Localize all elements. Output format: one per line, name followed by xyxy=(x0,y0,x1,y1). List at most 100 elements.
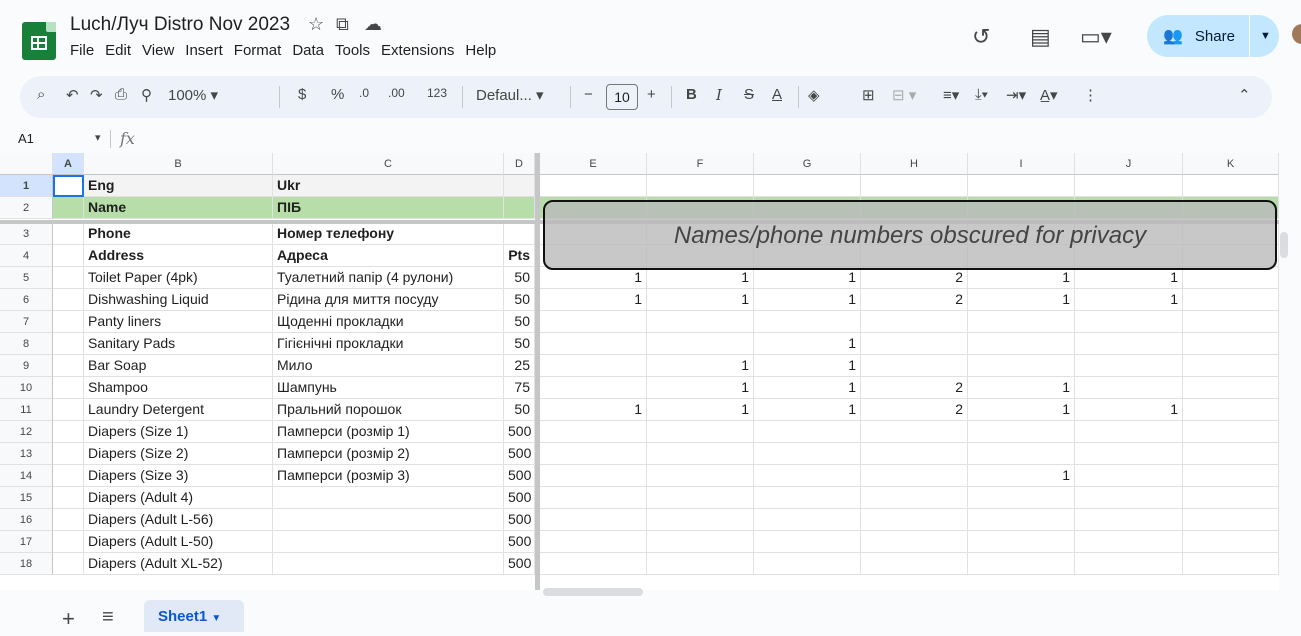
cell-j5[interactable]: 1 xyxy=(1075,267,1183,289)
cell-c11[interactable]: Пральний порошок xyxy=(273,399,504,421)
row-header[interactable]: 18 xyxy=(0,553,53,575)
column-header-c[interactable]: C xyxy=(273,153,504,175)
undo-icon[interactable]: ↶ xyxy=(66,86,79,104)
share-button[interactable]: 👥 Share ▼ xyxy=(1147,15,1279,57)
borders-icon[interactable]: ⊞ xyxy=(862,86,875,104)
row-header[interactable]: 5 xyxy=(0,267,53,289)
cell-b18[interactable]: Diapers (Adult XL-52) xyxy=(84,553,273,575)
cell-b11[interactable]: Laundry Detergent xyxy=(84,399,273,421)
cell-f18[interactable] xyxy=(647,553,754,575)
cell-c13[interactable]: Памперси (розмір 2) xyxy=(273,443,504,465)
cell-b2[interactable]: Name xyxy=(84,197,273,219)
cell-d18[interactable]: 500 xyxy=(504,553,535,575)
row-header[interactable]: 6 xyxy=(0,289,53,311)
cell-a11[interactable] xyxy=(53,399,84,421)
cell-b6[interactable]: Dishwashing Liquid xyxy=(84,289,273,311)
cell-c9[interactable]: Мило xyxy=(273,355,504,377)
vertical-scrollbar[interactable] xyxy=(1280,232,1288,258)
cell-k5[interactable] xyxy=(1183,267,1279,289)
cell-g13[interactable] xyxy=(754,443,861,465)
cell-i17[interactable] xyxy=(968,531,1075,553)
column-header-g[interactable]: G xyxy=(754,153,861,175)
cell-f5[interactable]: 1 xyxy=(647,267,754,289)
sheet-tab[interactable]: Sheet1 ▼ xyxy=(144,600,244,632)
cell-f6[interactable]: 1 xyxy=(647,289,754,311)
cell-c2[interactable]: ПІБ xyxy=(273,197,504,219)
cell-g15[interactable] xyxy=(754,487,861,509)
menu-insert[interactable]: Insert xyxy=(185,42,223,59)
decrease-decimal-button[interactable]: .0 xyxy=(359,86,369,100)
column-header-h[interactable]: H xyxy=(861,153,968,175)
text-rotation-icon[interactable]: A̲▾ xyxy=(1040,86,1058,104)
cell-i13[interactable] xyxy=(968,443,1075,465)
cell-f13[interactable] xyxy=(647,443,754,465)
row-header[interactable]: 7 xyxy=(0,311,53,333)
row-header[interactable]: 1 xyxy=(0,175,53,197)
cell-c15[interactable] xyxy=(273,487,504,509)
cell-a7[interactable] xyxy=(53,311,84,333)
cell-k6[interactable] xyxy=(1183,289,1279,311)
cell-h6[interactable]: 2 xyxy=(861,289,968,311)
cell-b9[interactable]: Bar Soap xyxy=(84,355,273,377)
search-menus-icon[interactable]: ⌕ xyxy=(37,86,45,103)
cell-j6[interactable]: 1 xyxy=(1075,289,1183,311)
cell-b14[interactable]: Diapers (Size 3) xyxy=(84,465,273,487)
merge-cells-icon[interactable]: ⊟ ▾ xyxy=(892,86,916,104)
cell-d11[interactable]: 50 xyxy=(504,399,535,421)
cell-c5[interactable]: Туалетний папір (4 рулони) xyxy=(273,267,504,289)
cell-e9[interactable] xyxy=(540,355,647,377)
cell-j8[interactable] xyxy=(1075,333,1183,355)
cell-h9[interactable] xyxy=(861,355,968,377)
meet-video-icon[interactable]: ▭▾ xyxy=(1080,24,1112,50)
menu-view[interactable]: View xyxy=(142,42,174,59)
cell-d14[interactable]: 500 xyxy=(504,465,535,487)
cell-f9[interactable]: 1 xyxy=(647,355,754,377)
cell-j11[interactable]: 1 xyxy=(1075,399,1183,421)
font-select[interactable]: Defaul... ▾ xyxy=(476,86,544,104)
cell-f8[interactable] xyxy=(647,333,754,355)
cell-b15[interactable]: Diapers (Adult 4) xyxy=(84,487,273,509)
cell-c4[interactable]: Адреса xyxy=(273,245,504,267)
cell-h13[interactable] xyxy=(861,443,968,465)
cell-a9[interactable] xyxy=(53,355,84,377)
text-color-button[interactable]: A xyxy=(772,86,782,103)
cell-i11[interactable]: 1 xyxy=(968,399,1075,421)
cell-k18[interactable] xyxy=(1183,553,1279,575)
avatar[interactable] xyxy=(1292,24,1301,44)
chevron-down-icon[interactable]: ▼ xyxy=(1260,30,1271,42)
cell-e15[interactable] xyxy=(540,487,647,509)
cell-d1[interactable] xyxy=(504,175,535,197)
cell-f16[interactable] xyxy=(647,509,754,531)
comments-icon[interactable]: ▤ xyxy=(1030,24,1051,50)
name-box[interactable]: A1 xyxy=(18,131,34,146)
cell-b4[interactable]: Address xyxy=(84,245,273,267)
cell-f1[interactable] xyxy=(647,175,754,197)
fill-color-icon[interactable]: ◈ xyxy=(808,86,820,104)
horizontal-align-icon[interactable]: ≡▾ xyxy=(943,86,959,104)
cell-k1[interactable] xyxy=(1183,175,1279,197)
row-header[interactable]: 11 xyxy=(0,399,53,421)
cell-j18[interactable] xyxy=(1075,553,1183,575)
more-formats-button[interactable]: 123 xyxy=(427,86,447,100)
cell-h10[interactable]: 2 xyxy=(861,377,968,399)
row-header[interactable]: 2 xyxy=(0,197,53,219)
cell-g6[interactable]: 1 xyxy=(754,289,861,311)
cell-g17[interactable] xyxy=(754,531,861,553)
row-header[interactable]: 12 xyxy=(0,421,53,443)
menu-format[interactable]: Format xyxy=(234,42,282,59)
row-header[interactable]: 9 xyxy=(0,355,53,377)
cell-j17[interactable] xyxy=(1075,531,1183,553)
row-header[interactable]: 14 xyxy=(0,465,53,487)
cell-d7[interactable]: 50 xyxy=(504,311,535,333)
cell-f7[interactable] xyxy=(647,311,754,333)
cell-f17[interactable] xyxy=(647,531,754,553)
column-header-j[interactable]: J xyxy=(1075,153,1183,175)
cell-c16[interactable] xyxy=(273,509,504,531)
column-header-e[interactable]: E xyxy=(540,153,647,175)
cell-d6[interactable]: 50 xyxy=(504,289,535,311)
cell-e5[interactable]: 1 xyxy=(540,267,647,289)
cell-g16[interactable] xyxy=(754,509,861,531)
cell-k10[interactable] xyxy=(1183,377,1279,399)
cell-d10[interactable]: 75 xyxy=(504,377,535,399)
cell-i1[interactable] xyxy=(968,175,1075,197)
